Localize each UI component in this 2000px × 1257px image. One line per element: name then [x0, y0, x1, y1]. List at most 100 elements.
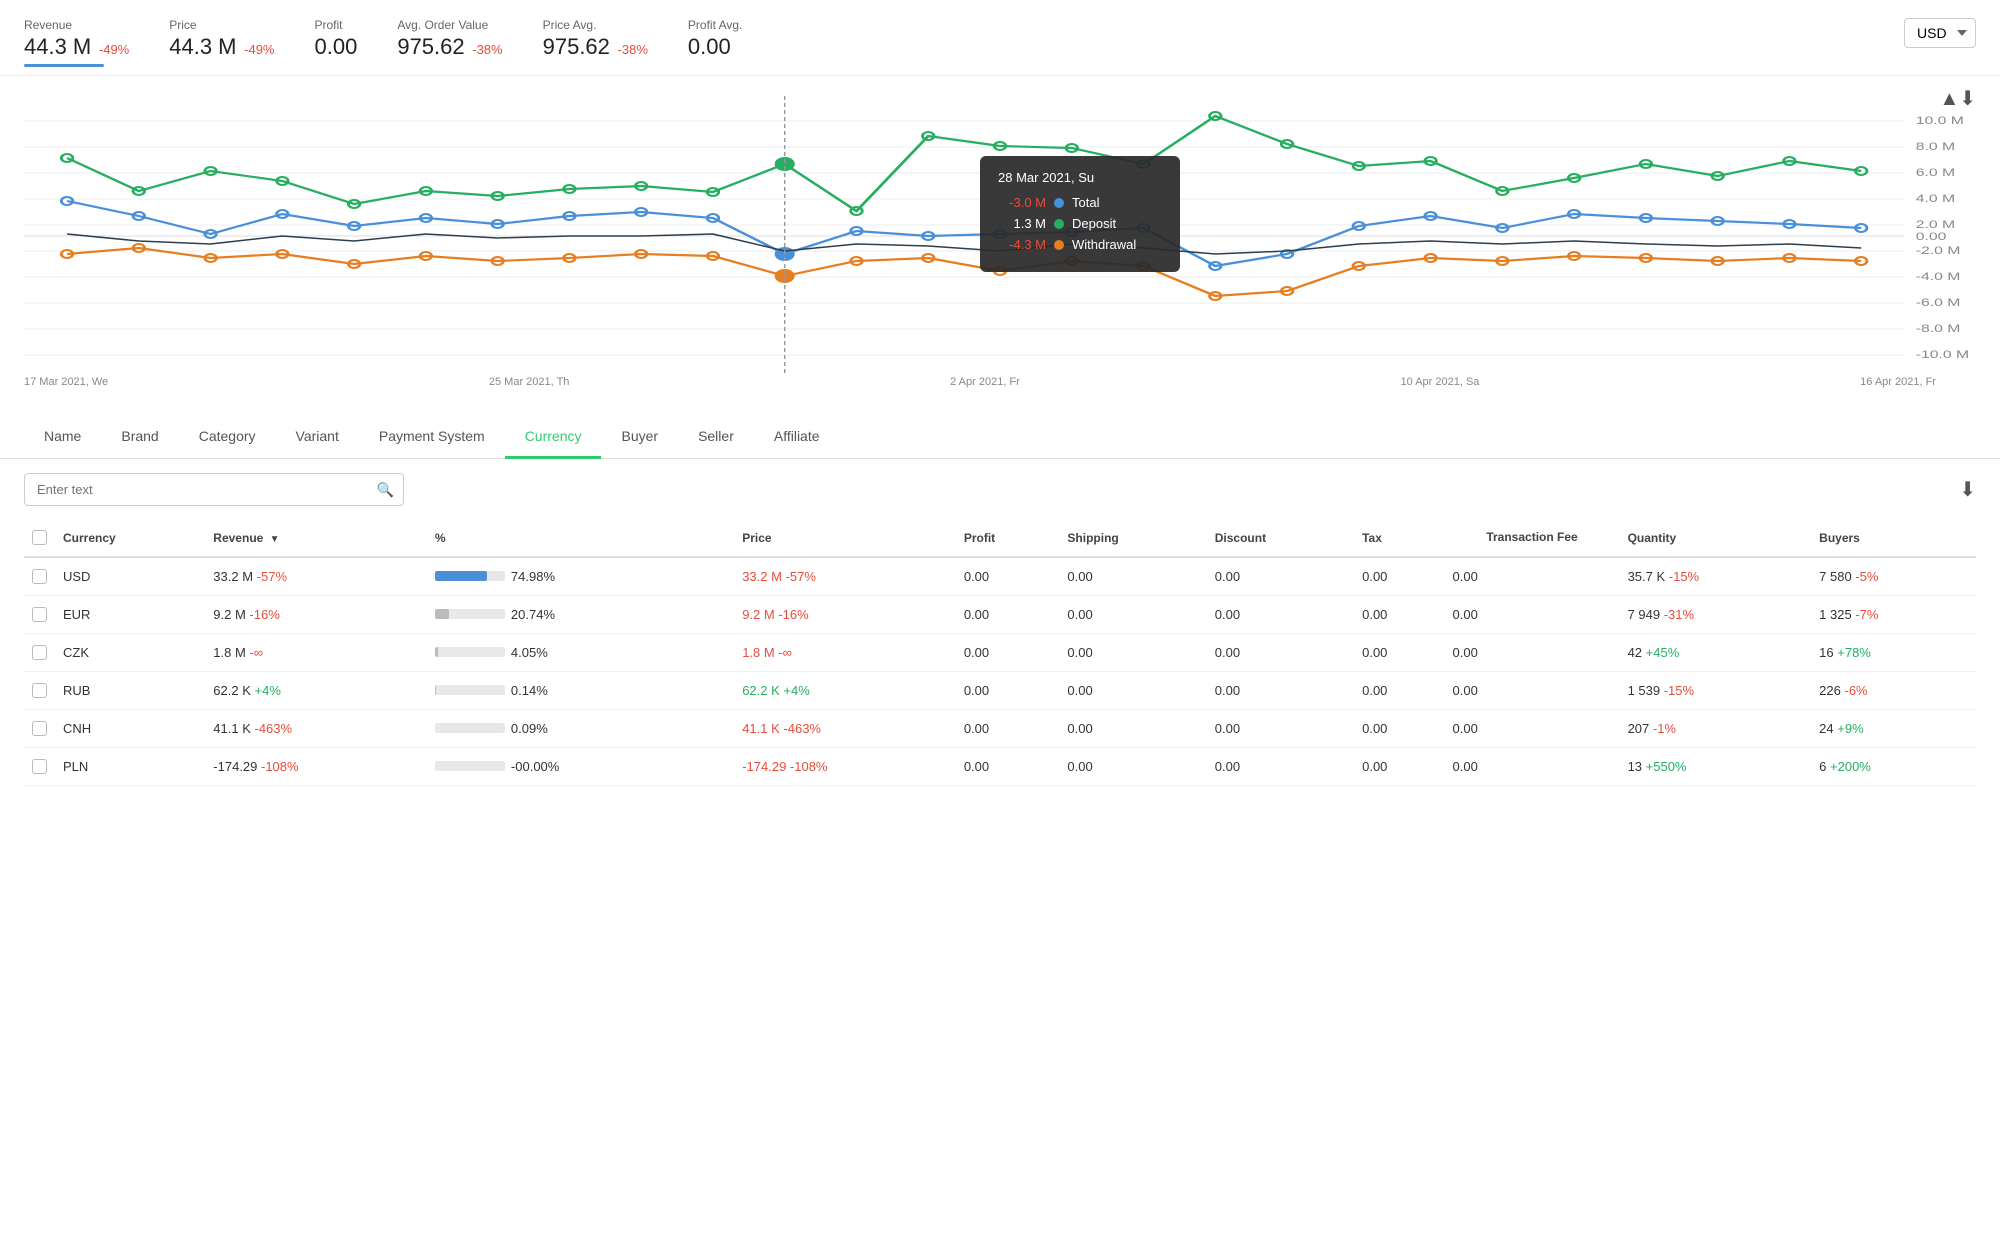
tab-currency[interactable]: Currency [505, 416, 602, 459]
row-checkbox[interactable] [32, 683, 47, 698]
metric-price-avg-label: Price Avg. [543, 18, 648, 32]
tab-affiliate[interactable]: Affiliate [754, 416, 840, 459]
tab-payment-system[interactable]: Payment System [359, 416, 505, 459]
tab-brand[interactable]: Brand [101, 416, 178, 459]
svg-text:8.0 M: 8.0 M [1916, 140, 1955, 152]
th-tax: Tax [1354, 520, 1444, 557]
row-quantity: 207 -1% [1620, 709, 1812, 747]
chart-area: 10.0 M 8.0 M 6.0 M 4.0 M 2.0 M 0.00 -2.0… [24, 96, 1976, 376]
row-currency: EUR [55, 595, 205, 633]
row-transaction-fee: 0.00 [1445, 557, 1620, 596]
row-quantity: 13 +550% [1620, 747, 1812, 785]
tab-name[interactable]: Name [24, 416, 101, 459]
row-tax: 0.00 [1354, 747, 1444, 785]
bar-fill [435, 647, 438, 657]
row-quantity: 35.7 K -15% [1620, 557, 1812, 596]
search-bar: 🔍 ⬇ [0, 459, 2000, 520]
bar-bg [435, 571, 505, 581]
row-checkbox[interactable] [32, 759, 47, 774]
tab-buyer[interactable]: Buyer [601, 416, 678, 459]
table-row: RUB 62.2 K +4% 0.14% 62.2 K +4% 0.00 0.0… [24, 671, 1976, 709]
th-shipping: Shipping [1059, 520, 1206, 557]
row-revenue: 62.2 K +4% [205, 671, 427, 709]
row-checkbox[interactable] [32, 607, 47, 622]
th-profit: Profit [956, 520, 1060, 557]
tab-seller[interactable]: Seller [678, 416, 754, 459]
row-quantity: 1 539 -15% [1620, 671, 1812, 709]
search-download-button[interactable]: ⬇ [1959, 477, 1976, 502]
row-checkbox[interactable] [32, 569, 47, 584]
metric-price-avg: Price Avg. 975.62 -38% [543, 18, 648, 60]
svg-text:-4.0 M: -4.0 M [1916, 270, 1961, 282]
row-buyers: 16 +78% [1811, 633, 1976, 671]
row-tax: 0.00 [1354, 633, 1444, 671]
bar-fill [435, 609, 450, 619]
row-price: 9.2 M -16% [734, 595, 956, 633]
metric-price-value: 44.3 M [169, 34, 236, 60]
metric-revenue-change: -49% [99, 42, 129, 57]
th-select-all[interactable] [24, 520, 55, 557]
row-checkbox-cell[interactable] [24, 595, 55, 633]
row-profit: 0.00 [956, 557, 1060, 596]
th-buyers: Buyers [1811, 520, 1976, 557]
row-checkbox-cell[interactable] [24, 557, 55, 596]
row-checkbox[interactable] [32, 645, 47, 660]
metric-avg-order-label: Avg. Order Value [397, 18, 502, 32]
select-all-checkbox[interactable] [32, 530, 47, 545]
x-axis-labels: 17 Mar 2021, We 25 Mar 2021, Th 2 Apr 20… [24, 376, 1976, 388]
row-tax: 0.00 [1354, 671, 1444, 709]
row-currency: CNH [55, 709, 205, 747]
table-row: PLN -174.29 -108% -00.00% -174.29 -108% … [24, 747, 1976, 785]
row-transaction-fee: 0.00 [1445, 633, 1620, 671]
svg-text:-6.0 M: -6.0 M [1916, 296, 1961, 308]
svg-text:0.00: 0.00 [1916, 230, 1947, 242]
row-checkbox-cell[interactable] [24, 747, 55, 785]
row-price: 1.8 M -∞ [734, 633, 956, 671]
row-percent: -00.00% [427, 747, 734, 785]
row-checkbox-cell[interactable] [24, 709, 55, 747]
row-discount: 0.00 [1207, 633, 1354, 671]
tab-variant[interactable]: Variant [276, 416, 359, 459]
row-checkbox[interactable] [32, 721, 47, 736]
row-shipping: 0.00 [1059, 595, 1206, 633]
row-transaction-fee: 0.00 [1445, 709, 1620, 747]
th-revenue[interactable]: Revenue ▼ [205, 520, 427, 557]
row-percent: 0.09% [427, 709, 734, 747]
metrics-bar: Revenue 44.3 M -49% Price 44.3 M -49% Pr… [0, 0, 2000, 76]
chart-container: ▲⬇ 10.0 M 8.0 M 6.0 M 4.0 M 2.0 M 0.00 -… [0, 76, 2000, 416]
table-row: USD 33.2 M -57% 74.98% 33.2 M -57% 0.00 … [24, 557, 1976, 596]
table-row: CNH 41.1 K -463% 0.09% 41.1 K -463% 0.00… [24, 709, 1976, 747]
row-checkbox-cell[interactable] [24, 671, 55, 709]
row-percent: 74.98% [427, 557, 734, 596]
th-transaction-fee: Transaction Fee [1445, 520, 1620, 557]
row-shipping: 0.00 [1059, 671, 1206, 709]
metric-profit-avg-label: Profit Avg. [688, 18, 742, 32]
row-price: 62.2 K +4% [734, 671, 956, 709]
metric-price-change: -49% [244, 42, 274, 57]
table-row: CZK 1.8 M -∞ 4.05% 1.8 M -∞ 0.00 0.00 0.… [24, 633, 1976, 671]
row-shipping: 0.00 [1059, 633, 1206, 671]
svg-text:-2.0 M: -2.0 M [1916, 244, 1961, 256]
metric-profit-avg-value: 0.00 [688, 34, 731, 60]
metric-profit-value: 0.00 [315, 34, 358, 60]
table-header-row: Currency Revenue ▼ % Price Profit Shippi… [24, 520, 1976, 557]
row-price: -174.29 -108% [734, 747, 956, 785]
row-tax: 0.00 [1354, 709, 1444, 747]
tabs-container: Name Brand Category Variant Payment Syst… [0, 416, 2000, 459]
currency-select[interactable]: USD EUR GBP CZK RUB [1904, 18, 1976, 48]
row-checkbox-cell[interactable] [24, 633, 55, 671]
bar-bg [435, 723, 505, 733]
svg-text:-8.0 M: -8.0 M [1916, 322, 1961, 334]
row-buyers: 1 325 -7% [1811, 595, 1976, 633]
row-discount: 0.00 [1207, 671, 1354, 709]
search-input[interactable] [24, 473, 404, 506]
currency-selector[interactable]: USD EUR GBP CZK RUB [1904, 18, 1976, 48]
tab-category[interactable]: Category [179, 416, 276, 459]
row-discount: 0.00 [1207, 595, 1354, 633]
row-profit: 0.00 [956, 709, 1060, 747]
row-profit: 0.00 [956, 633, 1060, 671]
row-revenue: 41.1 K -463% [205, 709, 427, 747]
row-transaction-fee: 0.00 [1445, 595, 1620, 633]
bar-fill [435, 571, 487, 581]
row-revenue: -174.29 -108% [205, 747, 427, 785]
